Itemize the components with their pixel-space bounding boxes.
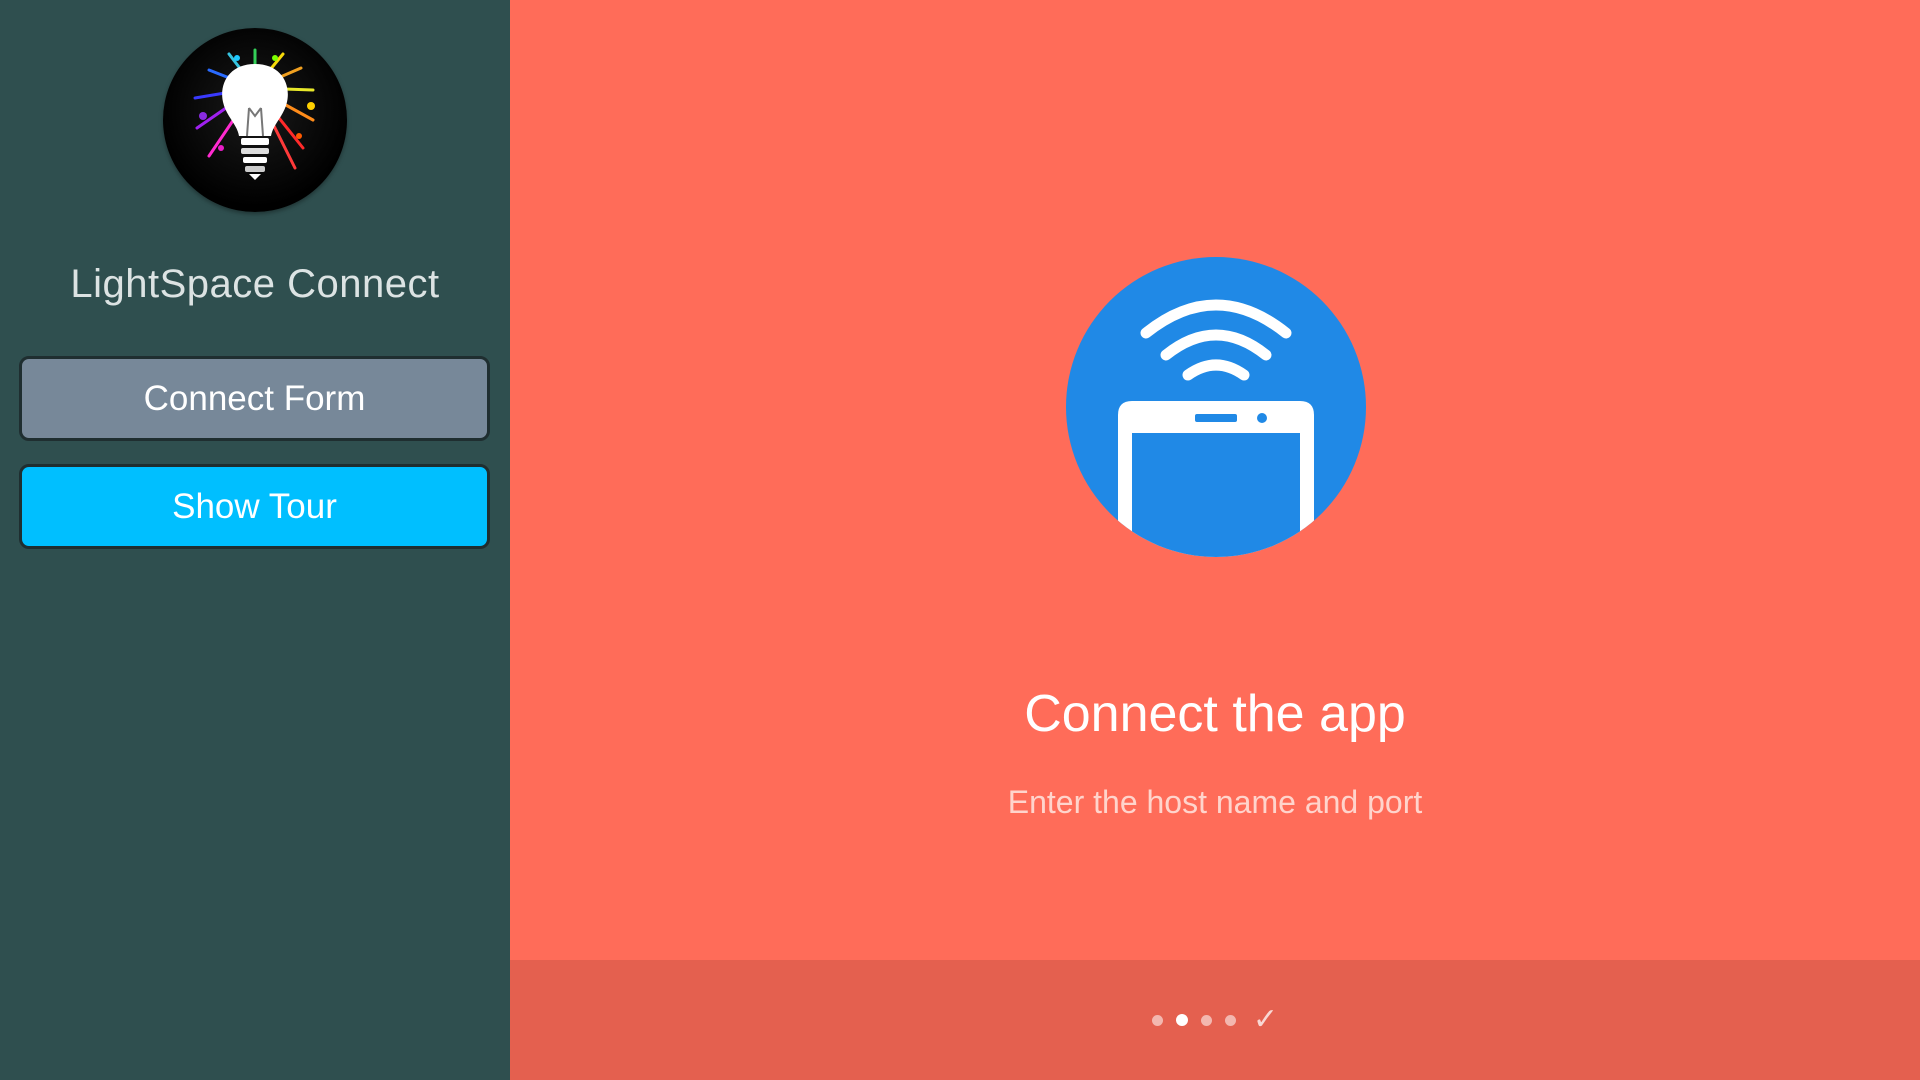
tour-panel[interactable]: Connect the app Enter the host name and … [510, 0, 1920, 1080]
tour-slide-title: Connect the app [1024, 685, 1406, 743]
page-indicator: ✓ [510, 960, 1920, 1080]
show-tour-button[interactable]: Show Tour [19, 464, 490, 549]
page-dot-4[interactable] [1224, 1014, 1236, 1026]
tour-bottom-bar: ✓ [510, 960, 1920, 1080]
sidebar: LightSpace Connect Connect Form Show Tou… [0, 0, 510, 1080]
lightbulb-paint-splash-icon [163, 28, 347, 212]
phone-wifi-icon [1066, 257, 1366, 557]
connect-form-button[interactable]: Connect Form [19, 356, 490, 441]
app-title: LightSpace Connect [70, 262, 440, 306]
tour-slide-subtitle: Enter the host name and port [1007, 784, 1423, 820]
page-dot-2-active[interactable] [1175, 1014, 1188, 1026]
app-window: LightSpace Connect Connect Form Show Tou… [0, 0, 1920, 1080]
page-dot-1[interactable] [1151, 1014, 1163, 1026]
page-dot-3[interactable] [1200, 1014, 1212, 1026]
done-check-icon[interactable]: ✓ [1253, 1005, 1278, 1035]
